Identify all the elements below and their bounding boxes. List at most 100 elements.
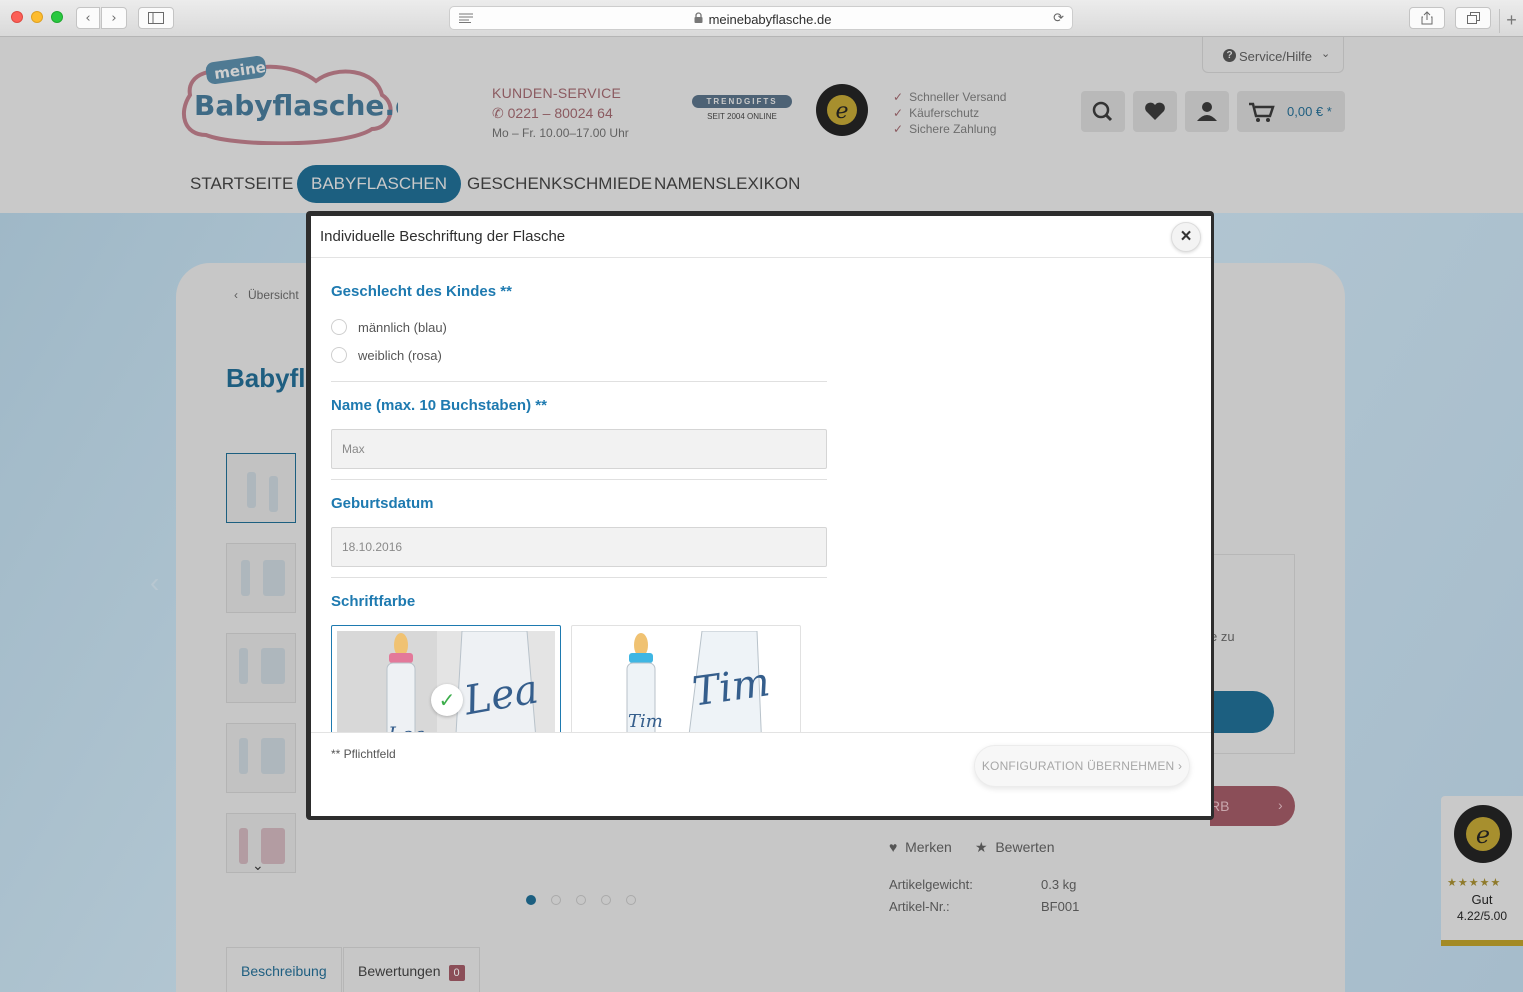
address-bar[interactable]: meinebabyflasche.de ⟳	[449, 6, 1073, 30]
sidebar-toggle-button[interactable]	[138, 7, 174, 29]
close-button[interactable]: ×	[1171, 222, 1201, 252]
slider-dot[interactable]	[601, 895, 611, 905]
wishlist-button[interactable]	[1133, 91, 1177, 132]
search-button[interactable]	[1081, 91, 1125, 132]
url-text: meinebabyflasche.de	[708, 12, 832, 27]
chevron-down-icon[interactable]: ⌄	[252, 857, 264, 874]
check-icon: ✓	[893, 122, 904, 136]
search-icon	[1092, 101, 1113, 122]
back-button[interactable]: ‹	[76, 7, 100, 29]
weight-value: 0.3 kg	[1041, 877, 1077, 892]
user-icon	[1197, 102, 1217, 121]
chevron-right-icon: ›	[1278, 797, 1283, 813]
thumbnail[interactable]	[226, 723, 296, 793]
back-to-overview-link[interactable]: ‹ Übersicht	[234, 288, 299, 302]
trusted-shops-seal[interactable]: e	[815, 83, 869, 137]
radio-label: männlich (blau)	[358, 320, 447, 335]
service-dropdown[interactable]: ? Service/Hilfe ⌄	[1202, 37, 1344, 73]
name-input[interactable]	[331, 429, 827, 469]
slider-dot[interactable]	[526, 895, 536, 905]
radio-male[interactable]	[331, 319, 347, 335]
slider-dot[interactable]	[626, 895, 636, 905]
trusted-shops-icon: e	[1454, 805, 1512, 863]
modal-header: Individuelle Beschriftung der Flasche ×	[311, 216, 1211, 258]
tab-bewertungen[interactable]: Bewertungen 0	[343, 947, 480, 992]
usp-list: ✓ Schneller Versand ✓ Käuferschutz ✓ Sicher…	[893, 89, 1006, 137]
logo-main-text: Babyflasche.de	[194, 89, 398, 122]
required-note: ** Pflichtfeld	[331, 747, 396, 761]
nav-item-geschenkschmiede[interactable]: GESCHENKSCHMIEDE	[467, 165, 652, 203]
minimize-window-button[interactable]	[31, 11, 43, 23]
bottle-text: Lea	[387, 722, 425, 732]
radio-label: weiblich (rosa)	[358, 348, 442, 363]
tabs-overview-button[interactable]	[1455, 7, 1491, 29]
thumbnail[interactable]	[226, 633, 296, 703]
sidebar-icon	[148, 12, 164, 24]
heart-icon	[1145, 102, 1165, 120]
thumbnail[interactable]	[226, 543, 296, 613]
font-color-option-pink[interactable]: Lea Lea ✓	[331, 625, 561, 732]
trendgifts-sub: SEIT 2004 ONLINE	[707, 112, 777, 121]
radio-female[interactable]	[331, 347, 347, 363]
widget-accent-bar	[1441, 940, 1523, 946]
reload-icon[interactable]: ⟳	[1053, 10, 1064, 26]
usp-item: ✓ Käuferschutz	[893, 106, 980, 120]
weight-label: Artikelgewicht:	[889, 877, 973, 892]
chevron-down-icon: ⌄	[1321, 48, 1331, 60]
thumbnail[interactable]	[226, 453, 296, 523]
apply-configuration-button[interactable]: KONFIGURATION ÜBERNEHMEN ›	[974, 745, 1190, 787]
site-logo[interactable]: meine Babyflasche.de	[176, 55, 398, 145]
merken-link[interactable]: ♥ Merken	[889, 839, 952, 855]
bottle-text: Tim	[628, 711, 663, 732]
trendgifts-label: TRENDGIFTS	[692, 95, 792, 108]
nav-item-namenslexikon[interactable]: NAMENSLEXIKON	[654, 165, 800, 203]
slider-dot[interactable]	[576, 895, 586, 905]
divider	[331, 381, 827, 382]
rating-stars: ★★★★★	[1447, 877, 1502, 889]
trendgifts-badge: TRENDGIFTS SEIT 2004 ONLINE	[692, 95, 792, 121]
browser-toolbar: ‹ › meinebabyflasche.de ⟳ +	[0, 0, 1523, 37]
rating-score: 4.22/5.00	[1456, 909, 1508, 923]
divider	[331, 577, 827, 578]
customer-service-title: KUNDEN-SERVICE	[492, 85, 622, 101]
help-icon: ?	[1223, 49, 1236, 62]
close-window-button[interactable]	[11, 11, 23, 23]
article-number-value: BF001	[1041, 899, 1080, 914]
zoom-window-button[interactable]	[51, 11, 63, 23]
opening-hours: Mo – Fr. 10.00–17.00 Uhr	[492, 126, 629, 140]
configure-button[interactable]	[1210, 691, 1274, 733]
cart-button[interactable]: 0,00 € *	[1237, 91, 1345, 132]
selected-check-icon: ✓	[431, 684, 463, 716]
svg-text:e: e	[1476, 821, 1490, 849]
bewerten-link[interactable]: ★ Bewerten	[975, 839, 1055, 856]
slider-dot[interactable]	[551, 895, 561, 905]
trusted-shops-widget[interactable]: e ★★★★★ Gut 4.22/5.00	[1441, 796, 1523, 946]
gender-label: Geschlecht des Kindes **	[331, 283, 512, 300]
birthdate-input[interactable]	[331, 527, 827, 567]
share-button[interactable]	[1409, 7, 1445, 29]
tabs-icon	[1466, 12, 1480, 24]
share-icon	[1421, 11, 1433, 25]
add-to-cart-button[interactable]: RB ›	[1210, 786, 1295, 826]
phone-text: 0221 – 80024 64	[507, 105, 613, 121]
name-label: Name (max. 10 Buchstaben) **	[331, 397, 547, 414]
forward-button[interactable]: ›	[101, 7, 127, 29]
phone-number[interactable]: ✆ 0221 – 80024 64	[492, 103, 629, 123]
nav-item-startseite[interactable]: STARTSEITE	[190, 165, 293, 203]
star-icon: ★	[975, 839, 988, 855]
nav-item-babyflaschen[interactable]: BABYFLASCHEN	[297, 165, 462, 203]
usp-item: ✓ Schneller Versand	[893, 90, 1007, 104]
cart-icon	[1249, 102, 1275, 122]
slider-prev-icon[interactable]: ‹	[150, 567, 159, 599]
check-icon: ✓	[893, 90, 904, 104]
new-tab-button[interactable]: +	[1499, 9, 1523, 33]
cart-amount: 0,00 € *	[1287, 104, 1332, 119]
tab-beschreibung[interactable]: Beschreibung	[226, 947, 342, 992]
account-button[interactable]	[1185, 91, 1229, 132]
phone-icon: ✆	[492, 105, 508, 121]
font-color-option-blue[interactable]: Tim Tim	[571, 625, 801, 732]
bottle-image-blue: Tim Tim	[577, 631, 795, 732]
modal-footer: ** Pflichtfeld KONFIGURATION ÜBERNEHMEN …	[311, 732, 1211, 816]
usp-item: ✓ Sichere Zahlung	[893, 122, 997, 136]
customer-service: KUNDEN-SERVICE ✆ 0221 – 80024 64 Mo – Fr…	[492, 83, 629, 143]
